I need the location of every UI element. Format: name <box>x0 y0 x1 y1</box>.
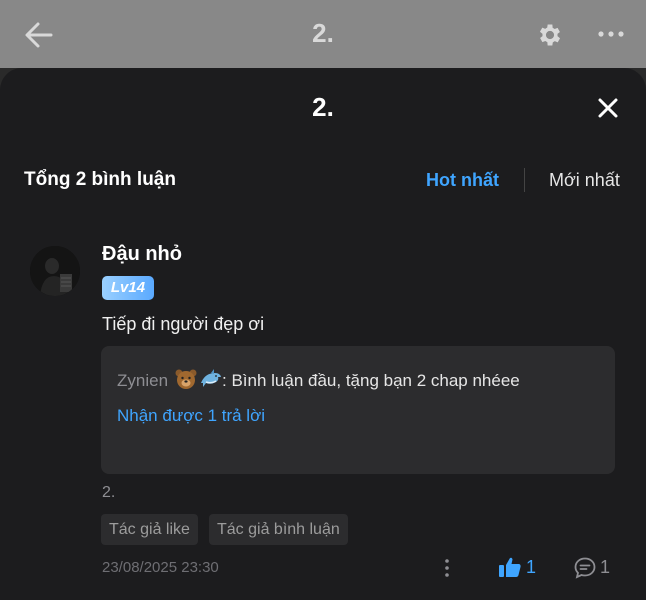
gear-icon[interactable] <box>536 21 564 49</box>
app-header: 2. <box>0 0 646 68</box>
tag-author-like[interactable]: Tác giả like <box>101 514 198 545</box>
tag-author-comment[interactable]: Tác giả bình luận <box>209 514 348 545</box>
sheet-title: 2. <box>312 92 334 122</box>
chapter-label: 2. <box>102 484 116 501</box>
view-replies-link[interactable]: Nhận được 1 trả lời <box>117 406 265 426</box>
like-count[interactable]: 1 <box>526 557 536 578</box>
comment-timestamp: 23/08/2025 23:30 <box>102 559 219 576</box>
comments-sheet: 2. Tổng 2 bình luận Hot nhất Mới nhất Đậ… <box>0 68 646 600</box>
level-badge: Lv14 <box>102 276 154 300</box>
reply-text: : Bình luận đầu, tặng bạn 2 chap nhéee <box>222 371 520 390</box>
close-icon[interactable] <box>594 94 622 122</box>
sort-new-tab[interactable]: Mới nhất <box>549 170 620 191</box>
more-options-icon[interactable] <box>597 28 625 40</box>
comment-username[interactable]: Đậu nhỏ <box>102 243 182 266</box>
avatar[interactable] <box>30 246 80 296</box>
reply-count[interactable]: 1 <box>600 557 610 578</box>
reply-author: Zynien <box>117 371 169 390</box>
bear-icon <box>175 369 197 389</box>
dolphin-icon <box>201 369 221 387</box>
sort-hot-tab[interactable]: Hot nhất <box>426 170 499 191</box>
kebab-menu-icon[interactable] <box>440 557 454 579</box>
comment-text: Tiếp đi người đẹp ơi <box>102 314 265 334</box>
sort-divider <box>524 168 525 192</box>
comment-bubble-icon[interactable] <box>573 556 597 580</box>
comment-count: Tổng 2 bình luận <box>24 169 176 190</box>
thumbs-up-icon[interactable] <box>498 556 522 578</box>
reply-preview[interactable]: Zynien : Bình luận đầu, tặng bạn 2 chap … <box>101 346 615 474</box>
